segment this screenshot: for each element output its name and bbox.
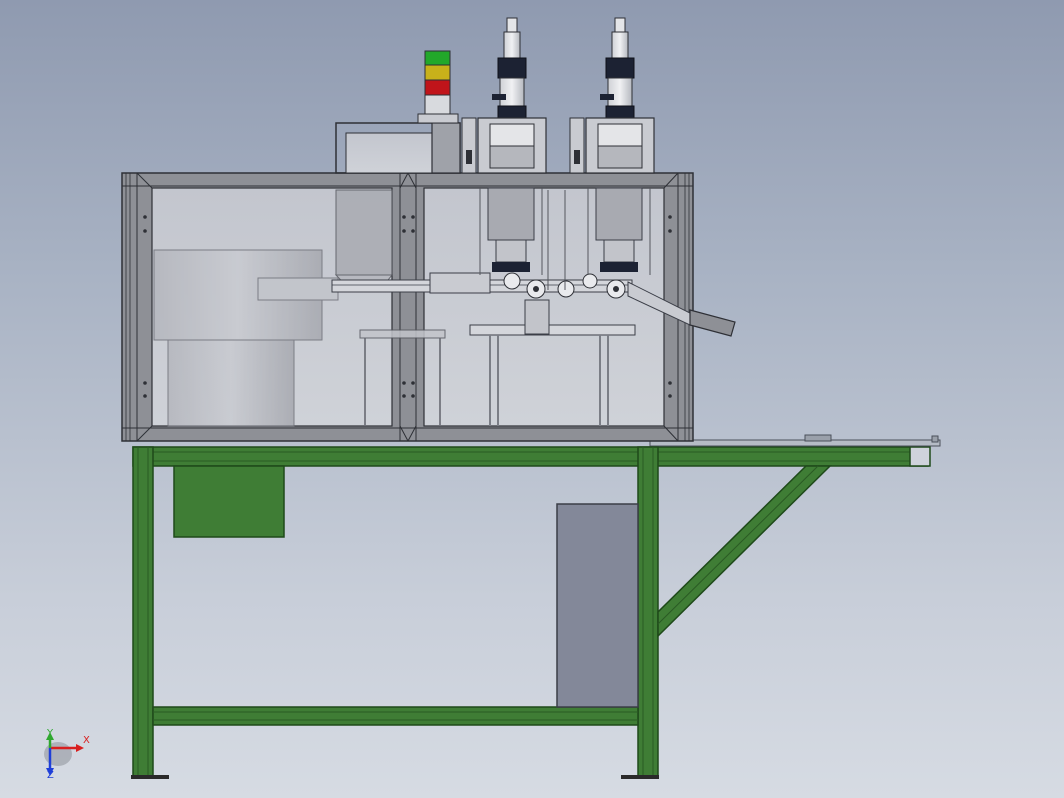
signal-tower[interactable] [417,50,459,124]
electrical-box[interactable] [173,465,285,538]
cad-viewport[interactable]: X Y Z [0,0,1064,798]
control-cabinet[interactable] [556,503,639,708]
machine-assembly-model[interactable] [0,0,1064,798]
coordinate-triad: X Y Z [40,728,100,782]
top-bracket[interactable] [335,117,585,174]
triad-x-label: X [83,735,90,746]
triad-z-label: Z [47,770,54,781]
triad-y-label: Y [47,728,54,739]
